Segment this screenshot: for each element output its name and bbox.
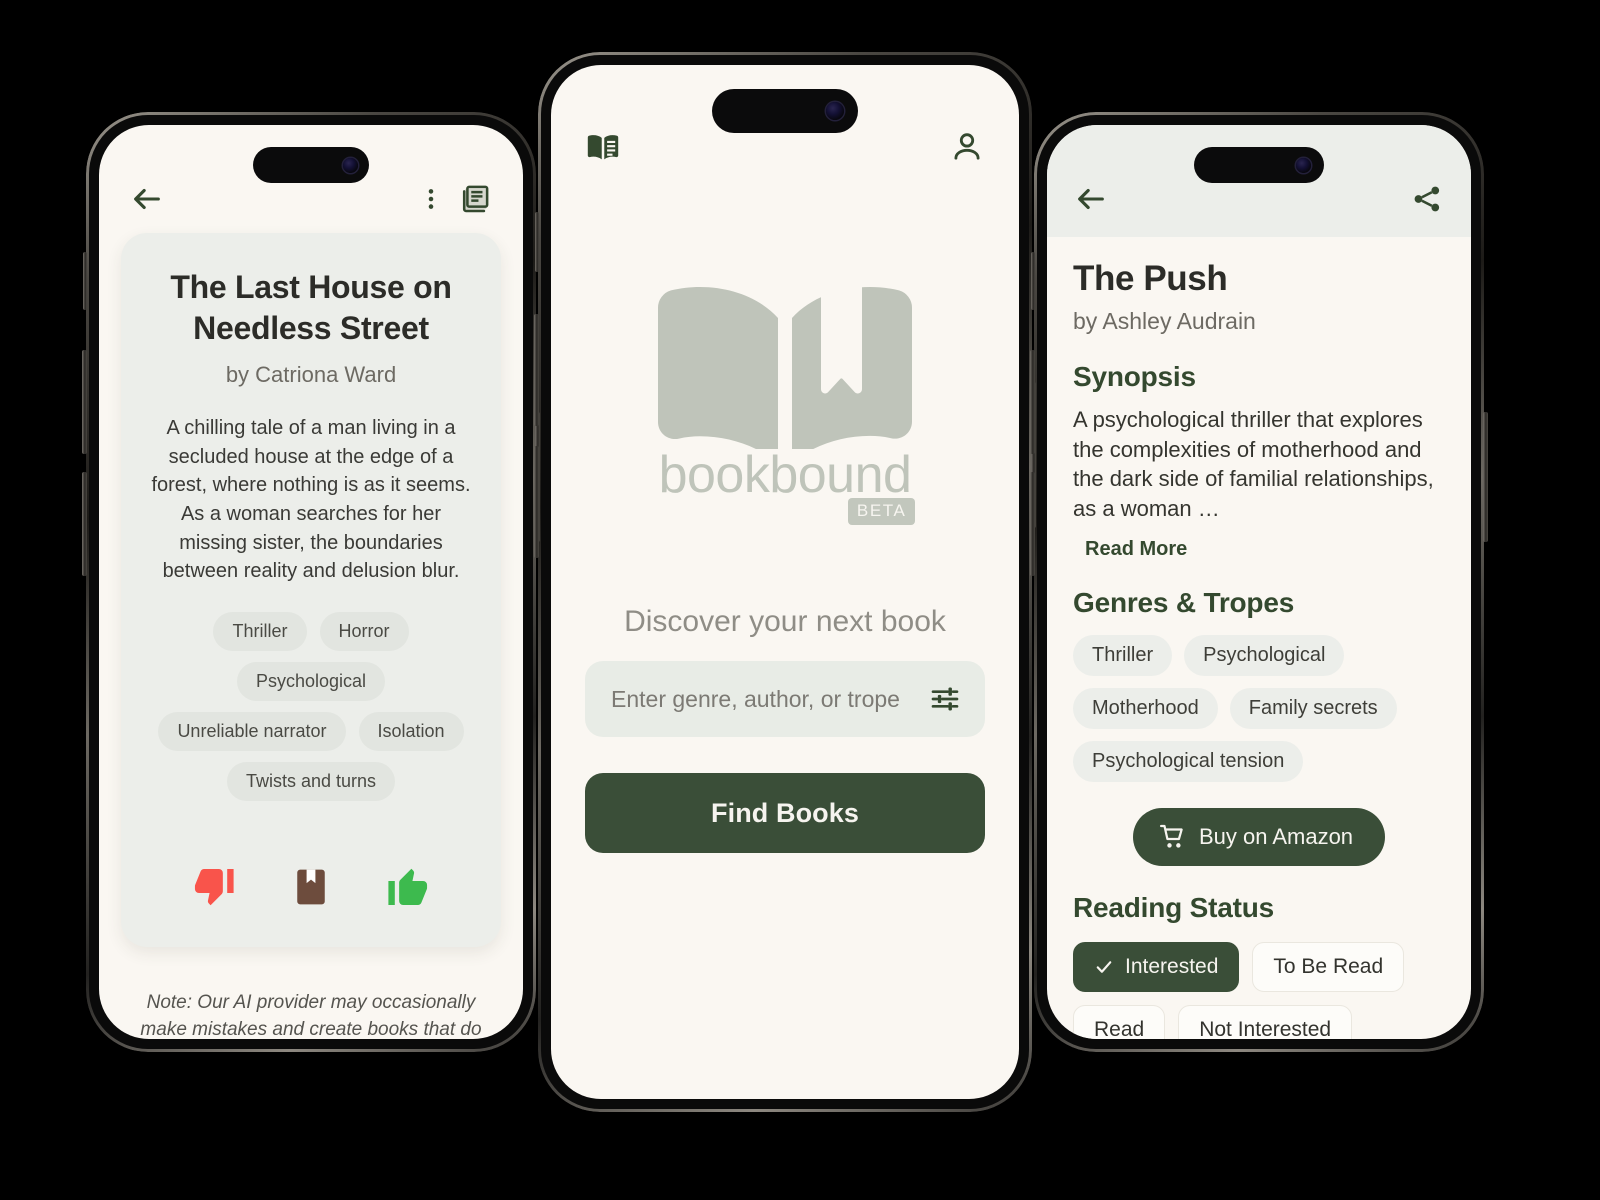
back-button[interactable] bbox=[1069, 177, 1113, 221]
book-author: by Catriona Ward bbox=[225, 362, 397, 388]
book-detail-screen: The Push by Ashley Audrain Synopsis A ps… bbox=[1047, 125, 1471, 1039]
bookmark-icon bbox=[297, 869, 325, 905]
shopping-cart-icon bbox=[1159, 824, 1183, 848]
phone-right-volume-down-button[interactable] bbox=[1030, 472, 1035, 576]
open-book-icon bbox=[587, 135, 619, 160]
phone-right-power-button[interactable] bbox=[1483, 412, 1488, 542]
search-input[interactable] bbox=[611, 685, 927, 713]
phone-left: The Last House on Needless Street by Cat… bbox=[82, 112, 540, 1052]
wordmark-row: bookbound BETA bbox=[658, 446, 916, 525]
genre-chip[interactable]: Motherhood bbox=[1073, 687, 1218, 729]
status-option-label: Not Interested bbox=[1199, 1017, 1332, 1039]
synopsis-text: A psychological thriller that explores t… bbox=[1073, 407, 1434, 522]
phone-right: The Push by Ashley Audrain Synopsis A ps… bbox=[1030, 112, 1488, 1052]
library-books-icon bbox=[462, 185, 489, 213]
buy-row: Buy on Amazon bbox=[1073, 807, 1445, 866]
book-tag[interactable]: Twists and turns bbox=[226, 761, 396, 801]
center-content: bookbound BETA Discover your next book E… bbox=[551, 181, 1019, 1099]
tune-sliders-icon bbox=[931, 687, 959, 711]
dynamic-island-center bbox=[712, 89, 858, 133]
synopsis-heading: Synopsis bbox=[1073, 361, 1196, 392]
phone-center-mute-button[interactable] bbox=[535, 212, 539, 272]
front-camera-lens bbox=[343, 157, 358, 173]
find-books-button[interactable]: Find Books bbox=[585, 773, 985, 853]
dynamic-island-right bbox=[1194, 147, 1324, 183]
thumbs-down-icon bbox=[195, 868, 234, 906]
phone-left-volume-down-button[interactable] bbox=[82, 472, 87, 576]
thumbs-up-icon bbox=[388, 868, 427, 905]
arrow-left-icon bbox=[134, 188, 160, 210]
reading-status-heading: Reading Status bbox=[1073, 891, 1275, 923]
book-tag[interactable]: Horror bbox=[319, 611, 409, 651]
buy-button-label: Buy on Amazon bbox=[1198, 823, 1354, 849]
filter-button[interactable] bbox=[927, 681, 963, 717]
detail-content: The Push by Ashley Audrain Synopsis A ps… bbox=[1047, 237, 1471, 1039]
library-button[interactable] bbox=[453, 177, 497, 221]
book-card: The Last House on Needless Street by Cat… bbox=[121, 233, 501, 947]
phone-center: bookbound BETA Discover your next book E… bbox=[534, 52, 1036, 1112]
more-vertical-icon bbox=[428, 189, 434, 209]
book-description: A chilling tale of a man living in a sec… bbox=[151, 417, 471, 583]
brand-logo: bookbound BETA bbox=[656, 277, 916, 525]
screenshot-stage: The Last House on Needless Street by Cat… bbox=[0, 0, 1600, 1200]
share-button[interactable] bbox=[1405, 177, 1449, 221]
phone-right-volume-up-button[interactable] bbox=[1030, 350, 1035, 454]
bookmark-button[interactable] bbox=[283, 859, 339, 915]
genre-chip-list: Thriller Psychological Motherhood Family… bbox=[1073, 634, 1445, 782]
person-icon bbox=[954, 133, 980, 160]
detail-book-title: The Push bbox=[1073, 259, 1228, 298]
phone-center-volume-down-button[interactable] bbox=[534, 446, 539, 558]
search-bar[interactable] bbox=[585, 661, 985, 737]
home-screen: bookbound BETA Discover your next book E… bbox=[551, 65, 1019, 1099]
phone-left-mute-button[interactable] bbox=[83, 252, 87, 310]
menu-button[interactable] bbox=[581, 125, 625, 169]
check-icon bbox=[1096, 961, 1112, 973]
genre-chip[interactable]: Thriller bbox=[1073, 634, 1173, 676]
status-option-to-be-read[interactable]: To Be Read bbox=[1252, 941, 1405, 992]
genre-chip[interactable]: Psychological tension bbox=[1073, 740, 1304, 782]
book-tag[interactable]: Psychological bbox=[236, 661, 386, 701]
book-tag[interactable]: Unreliable narrator bbox=[158, 711, 346, 751]
reading-status-options: Interested To Be Read Read Not Intereste… bbox=[1073, 941, 1445, 1039]
genre-chip[interactable]: Family secrets bbox=[1229, 687, 1397, 729]
status-option-label: Read bbox=[1094, 1017, 1145, 1039]
overflow-menu-button[interactable] bbox=[409, 177, 453, 221]
phone-center-screen: bookbound BETA Discover your next book E… bbox=[551, 65, 1019, 1099]
dynamic-island-left bbox=[253, 147, 369, 183]
status-option-interested[interactable]: Interested bbox=[1073, 941, 1240, 992]
profile-button[interactable] bbox=[945, 125, 989, 169]
open-book-bookmark-icon bbox=[657, 284, 913, 449]
reaction-bar bbox=[147, 857, 475, 923]
genres-heading: Genres & Tropes bbox=[1073, 586, 1295, 618]
brand-wordmark: bookbound bbox=[658, 446, 912, 504]
back-button[interactable] bbox=[125, 177, 169, 221]
status-option-not-interested[interactable]: Not Interested bbox=[1178, 1004, 1353, 1039]
share-icon bbox=[1414, 186, 1440, 212]
ai-disclaimer-note: Note: Our AI provider may occasionally m… bbox=[140, 991, 482, 1039]
status-option-label: To Be Read bbox=[1273, 954, 1384, 978]
arrow-left-icon bbox=[1078, 188, 1104, 210]
buy-on-amazon-button[interactable]: Buy on Amazon bbox=[1132, 807, 1386, 866]
book-title: The Last House on Needless Street bbox=[170, 269, 452, 346]
phone-center-volume-up-button[interactable] bbox=[534, 314, 539, 426]
book-tag[interactable]: Thriller bbox=[213, 611, 307, 651]
tagline: Discover your next book bbox=[624, 605, 946, 638]
book-result-screen: The Last House on Needless Street by Cat… bbox=[99, 125, 523, 1039]
genre-chip[interactable]: Psychological bbox=[1184, 634, 1345, 676]
read-more-button[interactable]: Read More bbox=[1085, 538, 1187, 561]
phone-left-volume-up-button[interactable] bbox=[82, 350, 87, 454]
book-tag[interactable]: Isolation bbox=[358, 711, 464, 751]
detail-book-author: by Ashley Audrain bbox=[1073, 308, 1256, 334]
front-camera-lens bbox=[1296, 157, 1311, 173]
status-option-label: Interested bbox=[1125, 954, 1219, 978]
phone-right-mute-button[interactable] bbox=[1031, 252, 1035, 310]
status-option-read[interactable]: Read bbox=[1073, 1004, 1166, 1039]
phone-right-screen: The Push by Ashley Audrain Synopsis A ps… bbox=[1047, 125, 1471, 1039]
dislike-button[interactable] bbox=[184, 857, 244, 917]
like-button[interactable] bbox=[378, 857, 438, 917]
phone-left-screen: The Last House on Needless Street by Cat… bbox=[99, 125, 523, 1039]
front-camera-lens bbox=[826, 102, 844, 120]
book-tag-list: Thriller Horror Psychological Unreliable… bbox=[147, 611, 475, 801]
beta-badge: BETA bbox=[847, 498, 916, 525]
